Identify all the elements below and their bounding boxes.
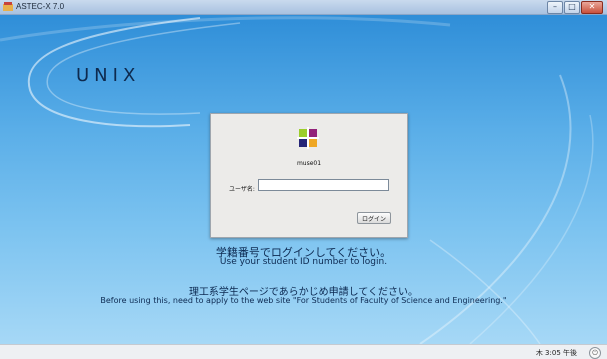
close-button[interactable]: ✕ — [581, 1, 603, 14]
apply-message-en: Before using this, need to apply to the … — [100, 296, 507, 305]
taskbar: 木 3:05 午後 ⏻ — [0, 344, 607, 359]
login-button[interactable]: ログイン — [357, 212, 391, 224]
username-input[interactable] — [258, 179, 389, 191]
window-title: ASTEC-X 7.0 — [16, 2, 65, 11]
clock: 木 3:05 午後 — [535, 349, 577, 357]
window-controls: – □ ✕ — [546, 1, 603, 14]
host-name: muse01 — [296, 160, 322, 167]
maximize-button[interactable]: □ — [564, 1, 580, 14]
login-panel: muse01 ユーザ名: ログイン — [210, 113, 408, 238]
username-label: ユーザ名: — [229, 186, 255, 193]
minimize-button[interactable]: – — [547, 1, 563, 14]
student-id-message-en: Use your student ID number to login. — [219, 257, 388, 267]
astec-x-window: ASTEC-X 7.0 – □ ✕ UNIX muse01 ユーザ名: ログイン… — [0, 0, 607, 359]
astec-x-icon — [3, 2, 13, 11]
title-bar[interactable]: ASTEC-X 7.0 – □ ✕ — [0, 0, 607, 15]
unix-label: UNIX — [76, 65, 141, 86]
power-icon[interactable]: ⏻ — [589, 347, 601, 359]
centos-logo-icon — [297, 127, 319, 149]
